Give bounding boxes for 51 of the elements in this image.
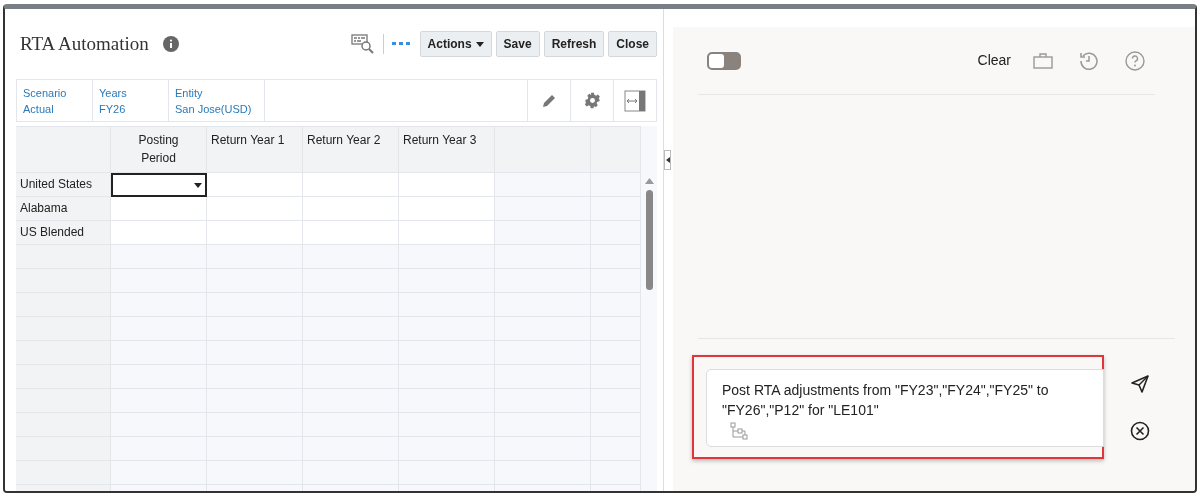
pencil-icon[interactable] [541,92,557,109]
toolbar-button[interactable]: Refresh [543,31,605,57]
grid-cell[interactable] [111,221,207,245]
more-icon[interactable] [391,41,410,47]
grid-cell[interactable] [303,197,399,221]
grid-cell[interactable] [303,173,399,197]
toggle-switch[interactable] [707,51,741,70]
send-icon[interactable] [1131,375,1149,393]
grid-cell[interactable] [303,221,399,245]
scroll-up-icon[interactable] [644,178,654,184]
grid-cell[interactable] [399,197,495,221]
collapse-handle[interactable] [664,150,671,170]
grid-cell[interactable] [399,173,495,197]
pov-value[interactable]: Actual [23,100,86,117]
pov-label: Entity [175,85,204,101]
caret-icon [475,41,484,47]
clear-button[interactable]: Clear [977,50,1011,71]
toolbar-button[interactable]: Close [608,31,657,57]
toolbar-button[interactable]: Save [495,31,540,57]
briefcase-icon[interactable] [1033,52,1053,69]
grid-cell[interactable] [111,197,207,221]
pov-label: Years [99,85,128,101]
help-icon[interactable] [1125,50,1145,71]
grid-cell[interactable] [495,197,591,221]
info-icon[interactable] [162,36,179,52]
row-header: Alabama [16,197,111,221]
settings-icon[interactable] [583,92,601,109]
prompt-input[interactable]: Post RTA adjustments from "FY23","FY24","FY25" to "FY26","P12" for "LE101" [706,369,1104,447]
caret-icon [194,182,202,188]
caret-icon [665,157,670,163]
actions-menu-button[interactable]: Actions [419,31,492,57]
row-header: US Blended [16,221,111,245]
grid-cell[interactable] [207,197,303,221]
grid-cell[interactable] [207,173,303,197]
expand-icon[interactable] [624,89,646,112]
cancel-icon[interactable] [1130,421,1150,441]
search-icon[interactable] [350,33,375,55]
row-header: United States [16,173,111,197]
grid-cell[interactable] [495,221,591,245]
grid-cell[interactable] [399,221,495,245]
pov-label: Scenario [23,85,68,101]
scrollbar-thumb[interactable] [645,190,653,290]
pov-value[interactable]: FY26 [99,100,162,117]
grid-cell[interactable] [207,221,303,245]
prompt-text: Post RTA adjustments from "FY23","FY24","FY25" to "FY26","P12" for "LE101" [722,381,1050,420]
pov-value[interactable]: San Jose(USD) [175,100,258,117]
grid-cell[interactable] [495,173,591,197]
hierarchy-icon[interactable] [730,422,748,440]
dropdown-cell[interactable] [111,173,207,197]
history-icon[interactable] [1079,50,1099,71]
form-title: RTA Automation [20,31,149,56]
